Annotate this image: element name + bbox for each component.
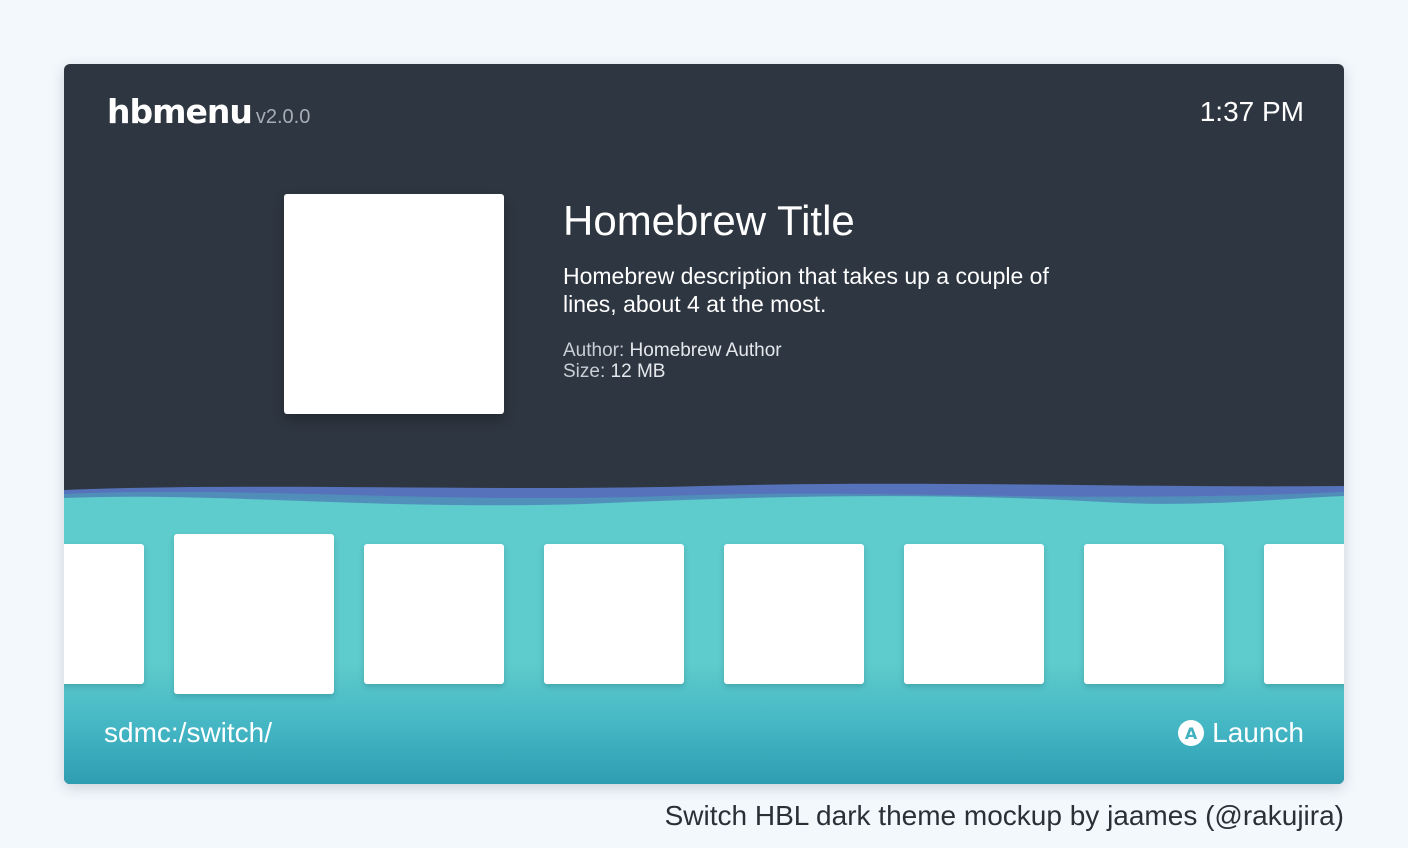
version-label: v2.0.0 (255, 106, 311, 128)
hbmenu-screen: hbmenu v2.0.0 1:37 PM Homebrew Title Hom… (64, 64, 1344, 784)
app-title: Homebrew Title (563, 197, 855, 244)
app-description: Homebrew description that takes up a cou… (563, 263, 1049, 318)
launch-label: Launch (1212, 717, 1304, 748)
app-tile[interactable] (724, 544, 864, 684)
author-value: Homebrew Author (629, 340, 782, 362)
size-value: 12 MB (610, 361, 666, 383)
size-line: Size: 12 MB (563, 361, 1083, 382)
mockup-caption: Switch HBL dark theme mockup by jaames (… (664, 800, 1344, 831)
selected-app-info: Homebrew Title Homebrew description that… (563, 196, 1083, 382)
app-tile[interactable] (544, 544, 684, 684)
author-label: Author: (563, 340, 625, 362)
wave-divider (64, 483, 1344, 522)
logo-name: hbmenu (107, 92, 253, 131)
app-tile-selected[interactable] (174, 534, 334, 694)
app-tile[interactable] (1084, 544, 1224, 684)
size-label: Size: (563, 361, 606, 383)
author-line: Author: Homebrew Author (563, 340, 1083, 361)
app-tile[interactable] (904, 544, 1044, 684)
app-logo: hbmenu v2.0.0 (107, 92, 310, 131)
launch-button[interactable]: A Launch (1178, 717, 1304, 749)
a-button-icon: A (1178, 720, 1205, 746)
selected-app-icon[interactable] (284, 194, 504, 414)
app-carousel (64, 534, 1344, 704)
app-tile[interactable] (1264, 544, 1344, 684)
current-path: sdmc:/switch/ (104, 717, 273, 748)
app-tile[interactable] (64, 544, 144, 684)
clock: 1:37 PM (1199, 96, 1304, 127)
app-tile[interactable] (364, 544, 504, 684)
